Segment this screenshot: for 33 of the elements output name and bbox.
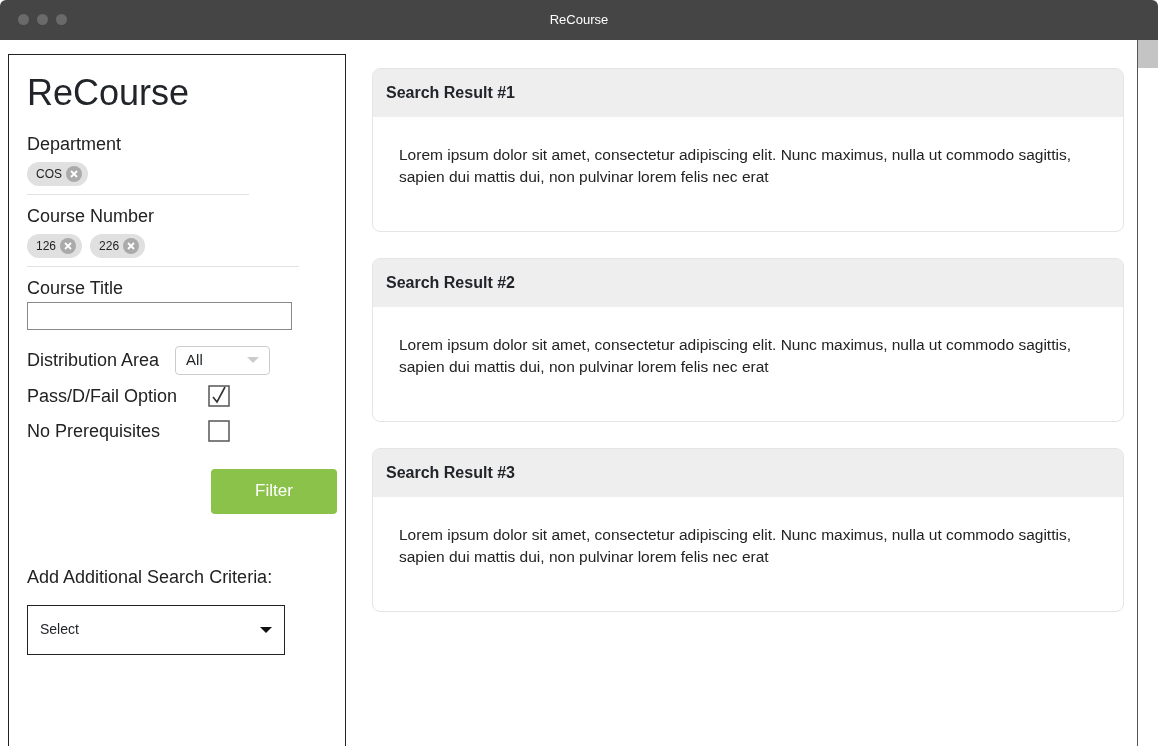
result-title: Search Result #1 bbox=[386, 83, 515, 103]
result-title: Search Result #3 bbox=[386, 463, 515, 483]
tag-text: 226 bbox=[99, 237, 120, 255]
dropdown-select[interactable]: Select bbox=[27, 604, 285, 655]
option-label: Pass/D/Fail Option bbox=[27, 384, 179, 408]
window-title: ReCourse bbox=[549, 11, 609, 30]
tag-text: 126 bbox=[36, 237, 57, 255]
window-control-button[interactable] bbox=[37, 14, 48, 25]
result-description: Lorem ipsum dolor sit amet, consectetur adipiscing elit. Nunc maximus, nulla ut commodo sagittis, sapien dui mattis dui, non pulvinar lorem felis nec erat bbox=[398, 525, 1072, 568]
scrollbar[interactable] bbox=[1137, 40, 1158, 746]
window-control-button[interactable] bbox=[18, 14, 29, 25]
remove-icon[interactable] bbox=[123, 237, 140, 254]
remove-icon[interactable] bbox=[60, 237, 77, 254]
tag-text: COS bbox=[36, 165, 62, 183]
caret-icon bbox=[260, 626, 272, 633]
filter-label: Course Title bbox=[27, 276, 125, 300]
result-description: Lorem ipsum dolor sit amet, consectetur adipiscing elit. Nunc maximus, nulla ut commodo sagittis, sapien dui mattis dui, non pulvinar lorem felis nec erat bbox=[398, 145, 1072, 188]
checkbox[interactable] bbox=[208, 385, 230, 408]
filter-label: Department bbox=[27, 132, 123, 156]
filter-label: Distribution Area bbox=[27, 348, 160, 372]
criteria-label: Add Additional Search Criteria: bbox=[27, 565, 274, 589]
window-control-button[interactable] bbox=[56, 14, 67, 25]
checkbox[interactable] bbox=[208, 420, 230, 443]
scrollbar-thumb[interactable] bbox=[1138, 40, 1158, 68]
filter-label: Course Number bbox=[27, 204, 156, 228]
dropdown-select[interactable]: All bbox=[175, 345, 271, 375]
caret-icon bbox=[247, 357, 260, 364]
app-heading: ReCourse bbox=[27, 73, 191, 113]
result-title: Search Result #2 bbox=[386, 273, 515, 293]
text-input[interactable] bbox=[27, 301, 292, 330]
remove-icon[interactable] bbox=[66, 165, 82, 182]
result-description: Lorem ipsum dolor sit amet, consectetur adipiscing elit. Nunc maximus, nulla ut commodo sagittis, sapien dui mattis dui, non pulvinar lorem felis nec erat bbox=[398, 335, 1072, 378]
option-label: No Prerequisites bbox=[27, 419, 162, 443]
